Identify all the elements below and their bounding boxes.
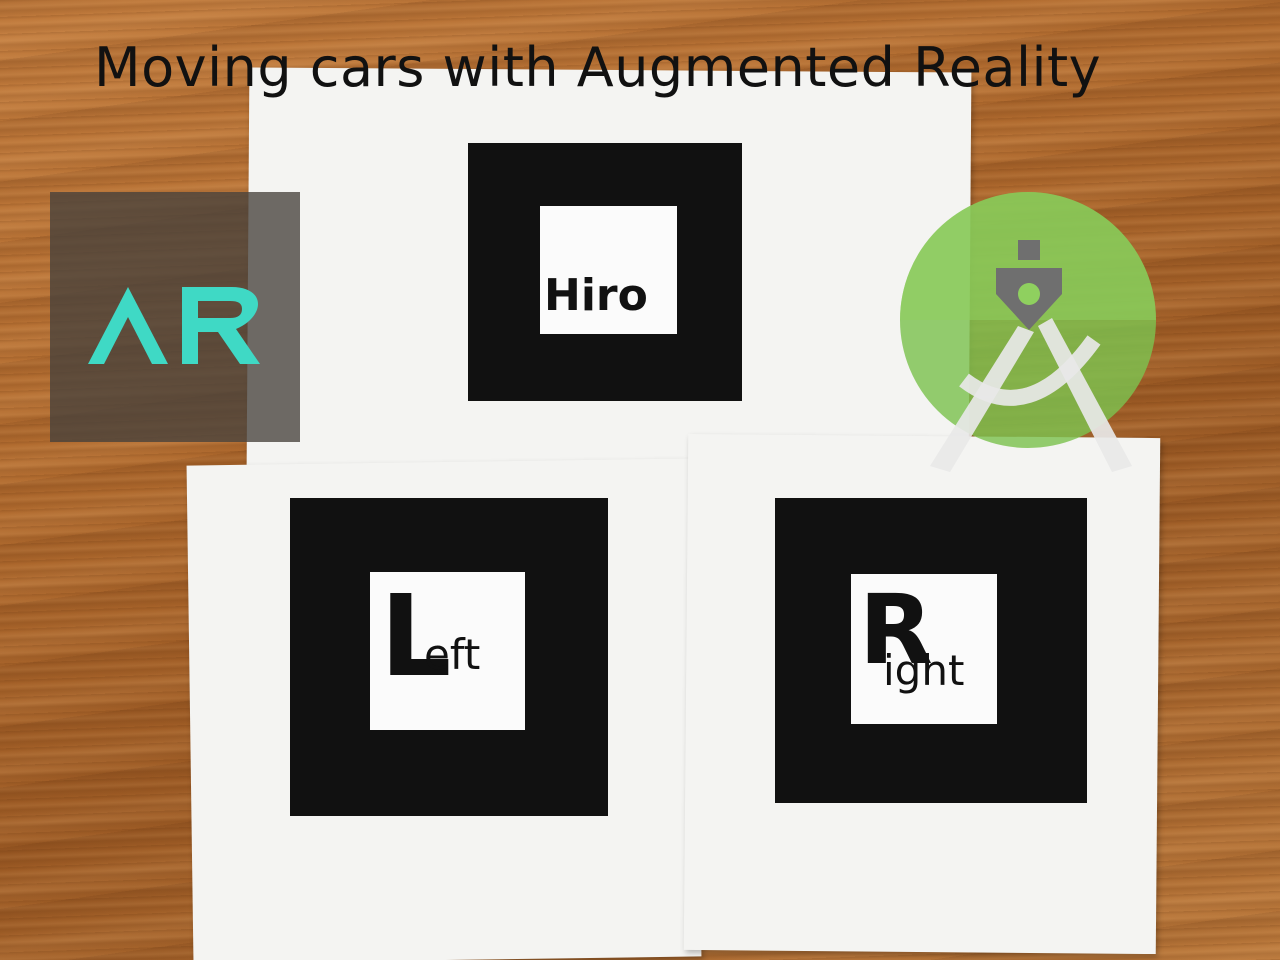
page-title: Moving cars with Augmented Reality xyxy=(94,36,1102,99)
left-marker: L eft xyxy=(290,498,608,816)
hiro-label: Hiro xyxy=(544,270,648,321)
android-studio-icon xyxy=(900,192,1156,472)
ar-logo-icon xyxy=(88,287,260,364)
left-marker-center: L eft xyxy=(370,572,525,730)
hiro-marker-center: Hiro xyxy=(540,206,677,334)
right-marker: R ight xyxy=(775,498,1087,803)
hiro-marker: Hiro xyxy=(468,143,742,401)
right-marker-center: R ight xyxy=(851,574,997,724)
photo-scene: Hiro L eft R ight AR xyxy=(0,0,1280,960)
ar-logo: AR xyxy=(50,192,300,442)
right-label: ight xyxy=(883,646,965,695)
android-studio-logo xyxy=(898,190,1160,480)
left-label: eft xyxy=(424,630,481,679)
